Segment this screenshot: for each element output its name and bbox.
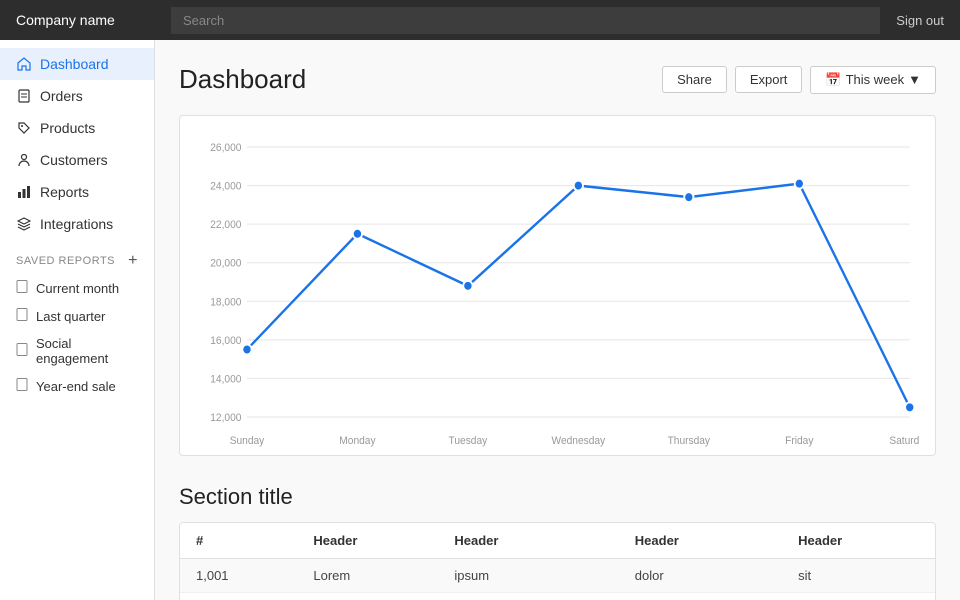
sidebar-item-label-orders: Orders (40, 88, 83, 104)
saved-reports-label: SAVED REPORTS (16, 255, 115, 267)
svg-text:12,000: 12,000 (210, 412, 241, 424)
table-column-header: Header (782, 523, 935, 559)
saved-report-social-engagement[interactable]: Social engagement (0, 330, 154, 372)
document-icon (16, 343, 28, 359)
table-column-header: # (180, 523, 297, 559)
sidebar-item-label-dashboard: Dashboard (40, 56, 109, 72)
sidebar-item-orders[interactable]: Orders (0, 80, 154, 112)
share-button[interactable]: Share (662, 66, 727, 93)
svg-text:14,000: 14,000 (210, 373, 241, 385)
add-report-icon[interactable]: + (128, 252, 138, 270)
sidebar-item-label-customers: Customers (40, 152, 108, 168)
svg-text:Sunday: Sunday (230, 435, 265, 447)
table-cell: ipsum (438, 559, 618, 593)
sidebar-item-products[interactable]: Products (0, 112, 154, 144)
document-icon (16, 280, 28, 296)
sidebar-item-integrations[interactable]: Integrations (0, 208, 154, 240)
document-icon (16, 88, 32, 104)
saved-report-label-last-quarter: Last quarter (36, 309, 105, 324)
svg-text:Wednesday: Wednesday (552, 435, 606, 447)
layers-icon (16, 216, 32, 232)
person-icon (16, 152, 32, 168)
table-row: 1,001Loremipsumdolorsit (180, 559, 935, 593)
header-actions: Share Export 📅 This week ▼ (662, 66, 936, 94)
saved-report-current-month[interactable]: Current month (0, 274, 154, 302)
svg-text:18,000: 18,000 (210, 296, 241, 308)
table-cell: Lorem (297, 559, 438, 593)
table-cell: adipiscing (619, 593, 782, 600)
tag-icon (16, 120, 32, 136)
signout-button[interactable]: Sign out (896, 13, 944, 28)
table-cell: sit (782, 559, 935, 593)
saved-report-label-year-end-sale: Year-end sale (36, 379, 116, 394)
sidebar-item-label-products: Products (40, 120, 95, 136)
svg-text:22,000: 22,000 (210, 219, 241, 231)
bar-chart-icon (16, 184, 32, 200)
table-cell: elit (782, 593, 935, 600)
this-week-label: This week (846, 72, 905, 87)
saved-report-year-end-sale[interactable]: Year-end sale (0, 372, 154, 400)
page-header: Dashboard Share Export 📅 This week ▼ (179, 64, 936, 95)
sidebar: Dashboard Orders Products Customers Reports I… (0, 40, 155, 600)
line-chart: 26,000 24,000 22,000 20,000 18,000 16,000 14,0… (196, 132, 919, 452)
company-name: Company name (16, 12, 171, 28)
chevron-down-icon: ▼ (908, 72, 921, 87)
sidebar-item-reports[interactable]: Reports (0, 176, 154, 208)
saved-report-label-current-month: Current month (36, 281, 119, 296)
table-column-header: Header (297, 523, 438, 559)
svg-text:Saturday: Saturday (889, 435, 919, 447)
table-cell: 1,001 (180, 559, 297, 593)
svg-text:Monday: Monday (339, 435, 376, 447)
svg-text:26,000: 26,000 (210, 142, 241, 154)
table-row: 1,002ametconsecteturadipiscingelit (180, 593, 935, 600)
svg-text:Thursday: Thursday (668, 435, 711, 447)
table-cell: amet (297, 593, 438, 600)
document-icon (16, 308, 28, 324)
sidebar-item-label-integrations: Integrations (40, 216, 113, 232)
page-title: Dashboard (179, 64, 306, 95)
calendar-icon: 📅 (825, 72, 841, 88)
table-cell: consectetur (438, 593, 618, 600)
table-column-header: Header (619, 523, 782, 559)
this-week-button[interactable]: 📅 This week ▼ (810, 66, 936, 94)
data-table: #HeaderHeaderHeaderHeader 1,001Loremipsu… (180, 523, 935, 600)
search-input[interactable] (171, 7, 880, 34)
topbar: Company name Sign out (0, 0, 960, 40)
saved-reports-section: SAVED REPORTS + (0, 240, 154, 274)
chart-container: 26,000 24,000 22,000 20,000 18,000 16,000 14,0… (179, 115, 936, 456)
svg-text:20,000: 20,000 (210, 257, 241, 269)
saved-report-last-quarter[interactable]: Last quarter (0, 302, 154, 330)
svg-text:Friday: Friday (785, 435, 814, 447)
svg-text:16,000: 16,000 (210, 335, 241, 347)
sidebar-item-label-reports: Reports (40, 184, 89, 200)
export-button[interactable]: Export (735, 66, 803, 93)
table-cell: 1,002 (180, 593, 297, 600)
sidebar-item-dashboard[interactable]: Dashboard (0, 48, 154, 80)
svg-text:Tuesday: Tuesday (449, 435, 488, 447)
svg-text:24,000: 24,000 (210, 180, 241, 192)
saved-report-label-social-engagement: Social engagement (36, 336, 138, 366)
table-cell: dolor (619, 559, 782, 593)
section-title: Section title (179, 484, 936, 510)
document-icon (16, 378, 28, 394)
main-content: Dashboard Share Export 📅 This week ▼ 26,… (155, 40, 960, 600)
home-icon (16, 56, 32, 72)
sidebar-item-customers[interactable]: Customers (0, 144, 154, 176)
layout: Dashboard Orders Products Customers Reports I… (0, 40, 960, 600)
table-container: #HeaderHeaderHeaderHeader 1,001Loremipsu… (179, 522, 936, 600)
table-column-header: Header (438, 523, 618, 559)
